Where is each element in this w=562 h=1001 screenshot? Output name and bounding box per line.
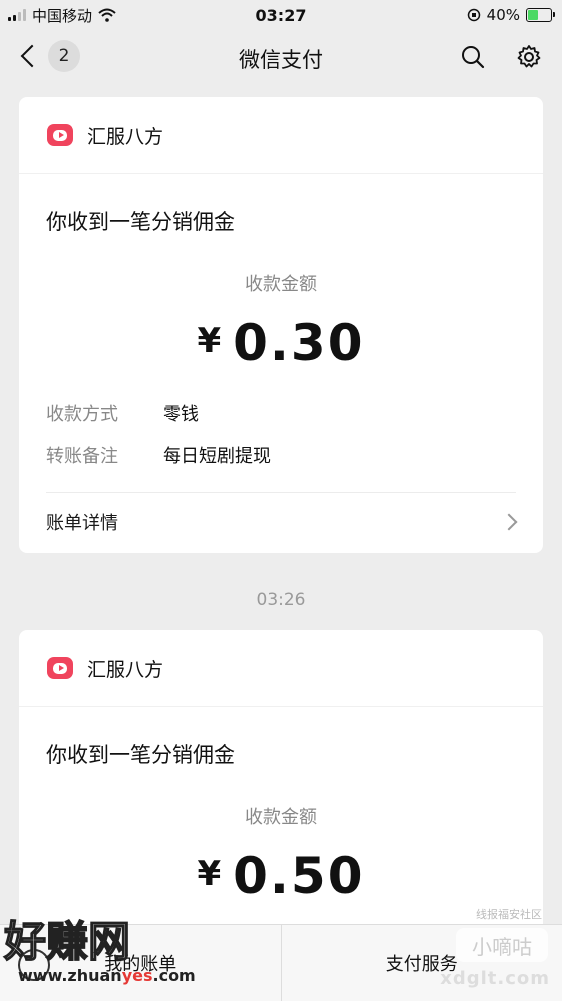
watermark-logo: 好赚网 — [4, 908, 130, 969]
detail-key: 收款方式 — [46, 400, 163, 426]
message-card[interactable]: 汇服八方 你收到一笔分销佣金 收款金额 ¥0.30 收款方式 零钱 转账备注 每… — [19, 97, 543, 553]
watermark-url-prefix: www.zhuan — [18, 966, 122, 985]
watermark-url-highlight: yes — [122, 966, 153, 985]
app-name: 汇服八方 — [87, 655, 163, 682]
amount-number: 0.50 — [233, 847, 364, 905]
card-header: 汇服八方 — [19, 97, 543, 174]
amount-label: 收款金额 — [19, 803, 543, 829]
nav-actions — [458, 42, 544, 72]
detail-row-method: 收款方式 零钱 — [19, 392, 543, 434]
status-time: 03:27 — [0, 6, 562, 25]
app-logo-icon — [47, 124, 73, 146]
time-separator: 03:26 — [0, 590, 562, 610]
message-title: 你收到一笔分销佣金 — [19, 739, 543, 769]
gear-icon — [516, 44, 542, 70]
detail-row-note: 转账备注 每日短剧提现 — [19, 434, 543, 476]
bill-details-label: 账单详情 — [46, 509, 118, 535]
amount-value: ¥0.50 — [19, 847, 543, 905]
bill-details-link[interactable]: 账单详情 — [19, 493, 543, 551]
app-name: 汇服八方 — [87, 122, 163, 149]
detail-value: 每日短剧提现 — [163, 442, 271, 468]
app-logo-icon — [47, 657, 73, 679]
chevron-right-icon — [501, 514, 518, 531]
settings-button[interactable] — [514, 42, 544, 72]
message-title: 你收到一笔分销佣金 — [19, 206, 543, 236]
battery-icon — [526, 8, 552, 22]
detail-value: 零钱 — [163, 400, 199, 426]
watermark-url: www.zhuanyes.com — [18, 966, 196, 985]
amount-number: 0.30 — [233, 314, 364, 372]
search-button[interactable] — [458, 42, 488, 72]
watermark-brand-box: 小嘀咕 — [456, 928, 548, 962]
detail-key: 转账备注 — [46, 442, 163, 468]
nav-bar: 2 微信支付 — [0, 30, 562, 86]
watermark-url-suffix: .com — [153, 966, 196, 985]
watermark-site: xdglt.com — [440, 968, 550, 989]
search-icon — [461, 45, 485, 69]
status-bar: 中国移动 03:27 40% — [0, 0, 562, 30]
currency-symbol: ¥ — [197, 321, 223, 361]
watermark-community: 线报福安社区 — [476, 906, 542, 922]
currency-symbol: ¥ — [197, 854, 223, 894]
message-card[interactable]: 汇服八方 你收到一笔分销佣金 收款金额 ¥0.50 — [19, 630, 543, 950]
card-header: 汇服八方 — [19, 630, 543, 707]
amount-value: ¥0.30 — [19, 314, 543, 372]
amount-label: 收款金额 — [19, 270, 543, 296]
